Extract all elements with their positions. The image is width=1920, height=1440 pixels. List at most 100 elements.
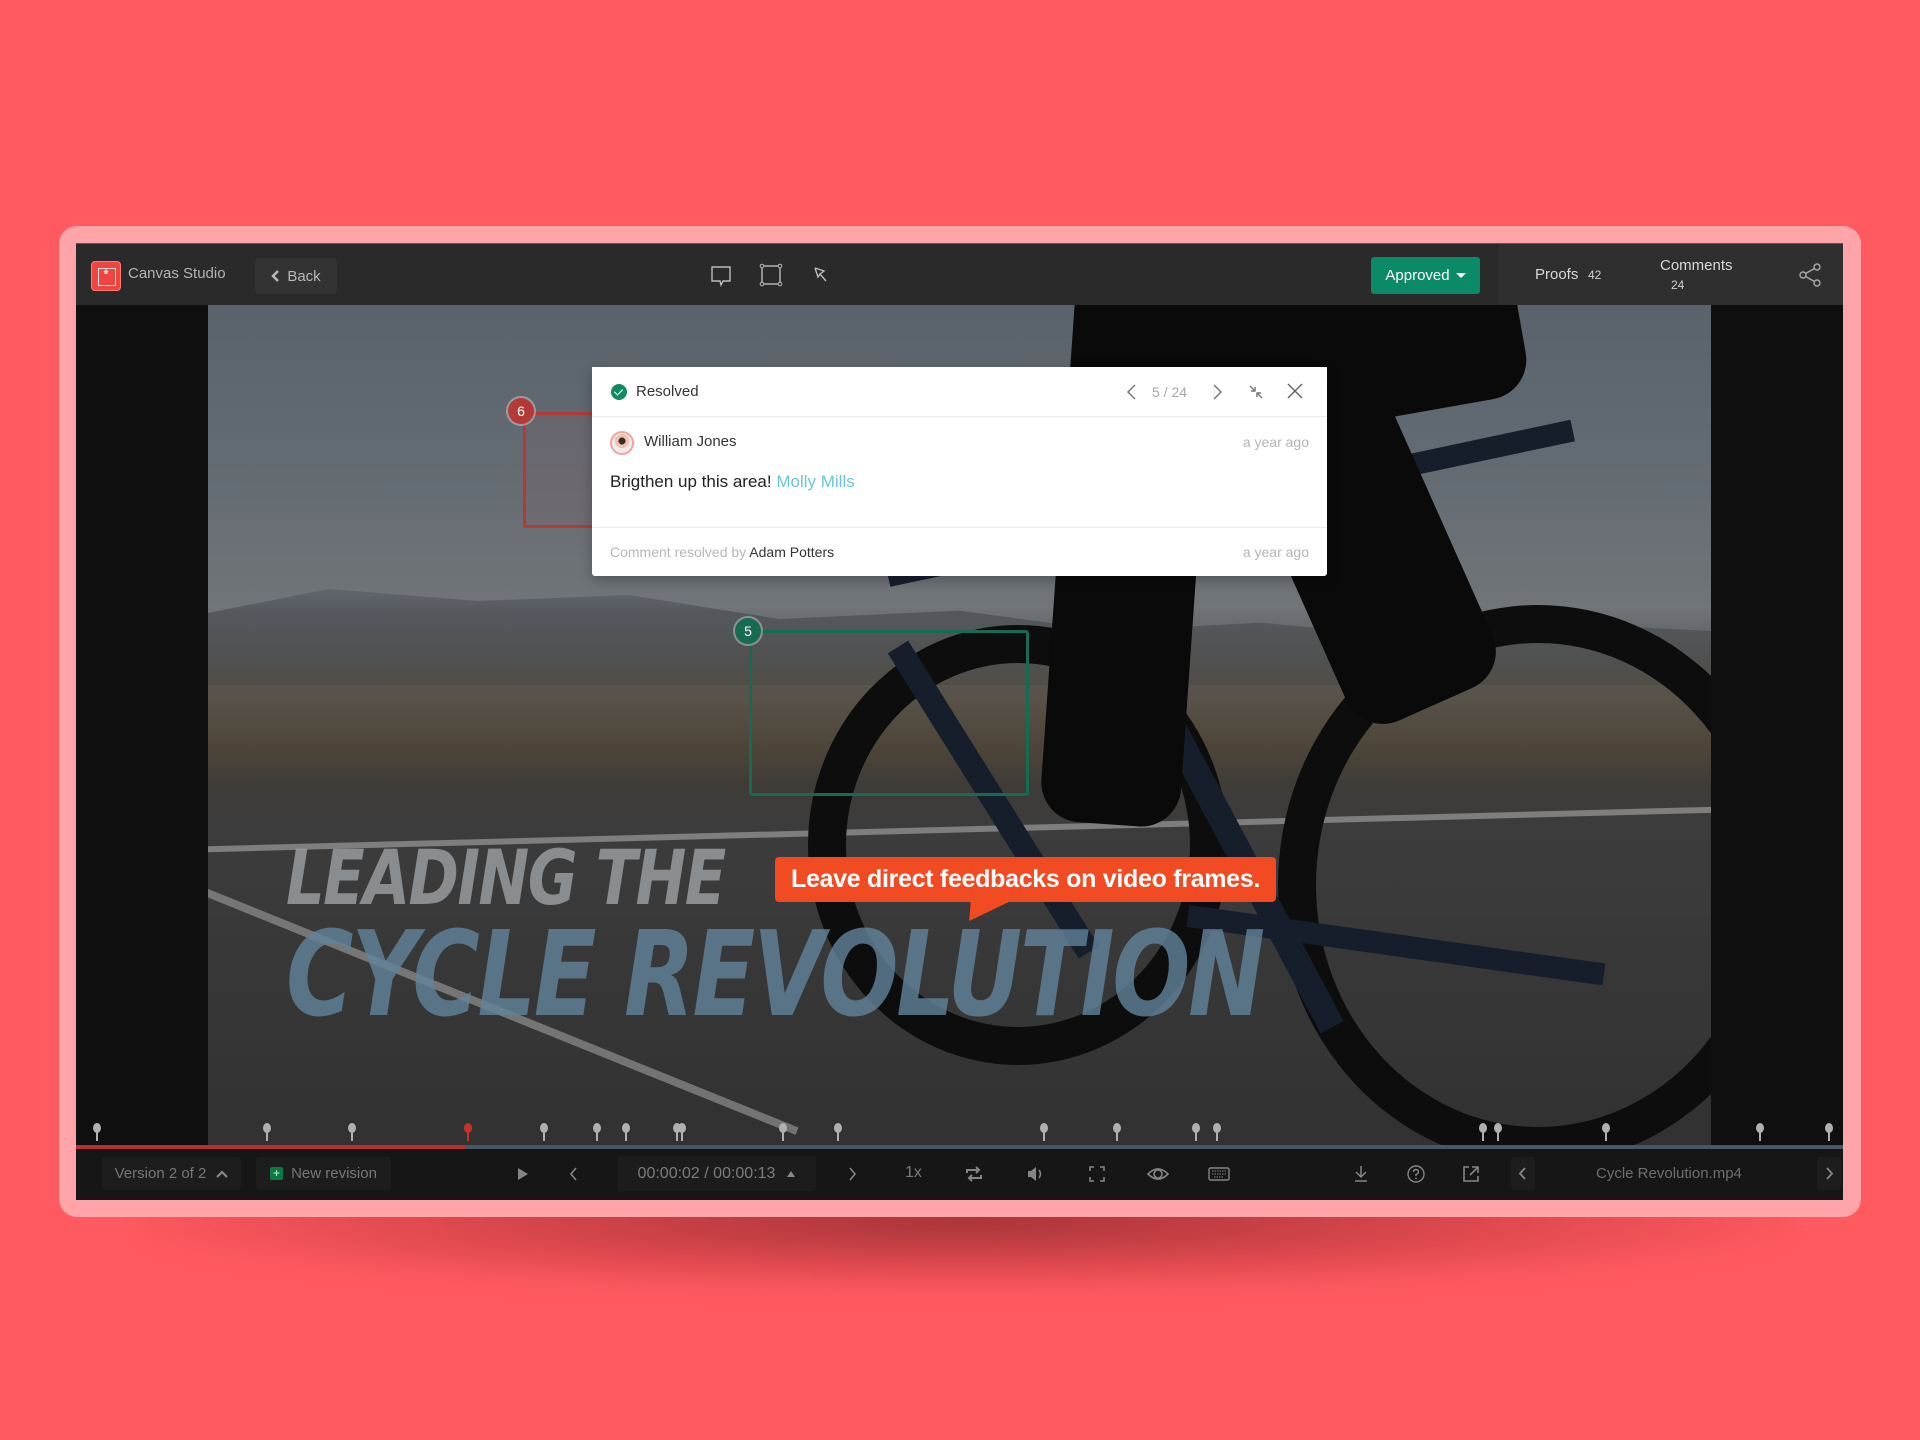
resolved-timestamp: a year ago xyxy=(1242,544,1309,560)
marker-pin-stem xyxy=(596,1132,599,1141)
volume-button[interactable] xyxy=(1022,1161,1048,1187)
chevron-left-icon xyxy=(569,1167,577,1181)
timeline-comment-marker[interactable] xyxy=(262,1123,271,1143)
marker-pin-stem xyxy=(624,1132,627,1141)
timeline-comment-marker[interactable] xyxy=(1213,1123,1222,1143)
open-external-button[interactable] xyxy=(1458,1161,1484,1187)
visibility-toggle[interactable] xyxy=(1145,1161,1171,1187)
resolved-by-prefix: Comment resolved by xyxy=(610,544,747,560)
help-button[interactable] xyxy=(1403,1161,1429,1187)
pointer-tool-button[interactable] xyxy=(806,260,836,290)
next-file-button[interactable] xyxy=(1817,1157,1841,1190)
comment-position: 5 / 24 xyxy=(1152,384,1188,400)
comment-tool-button[interactable] xyxy=(706,260,736,290)
back-label: Back xyxy=(287,267,321,285)
loop-icon xyxy=(966,1166,982,1182)
marker-pin-stem xyxy=(781,1132,784,1141)
previous-file-button[interactable] xyxy=(1511,1157,1535,1190)
marker-pin-stem xyxy=(96,1132,99,1141)
rectangle-tool-button[interactable] xyxy=(756,260,786,290)
file-name: Cycle Revolution.mp4 xyxy=(1596,1165,1742,1182)
timecode-text: 00:00:02 / 00:00:13 xyxy=(637,1164,776,1182)
marker-pin-stem xyxy=(1605,1132,1608,1141)
marker-pin-stem xyxy=(1758,1132,1761,1141)
rectangle-select-icon xyxy=(759,263,783,287)
proofs-count: 42 xyxy=(1588,268,1602,282)
playback-speed[interactable]: 1x xyxy=(905,1164,922,1182)
version-selector[interactable]: Version 2 of 2 xyxy=(102,1157,241,1190)
play-button[interactable] xyxy=(509,1161,535,1187)
timecode-display[interactable]: 00:00:02 / 00:00:13 xyxy=(617,1156,816,1191)
annotation-pin-6[interactable]: 6 xyxy=(508,398,534,424)
resolved-check-icon xyxy=(611,384,627,400)
share-button[interactable] xyxy=(1796,261,1824,289)
download-button[interactable] xyxy=(1348,1161,1374,1187)
timeline-comment-marker[interactable] xyxy=(1755,1123,1764,1143)
marker-pin-stem xyxy=(681,1132,684,1141)
resolved-by-text: Comment resolved by Adam Potters xyxy=(610,544,834,560)
previous-frame-button[interactable] xyxy=(561,1161,587,1187)
timeline-comment-marker[interactable] xyxy=(347,1123,356,1143)
timeline-comment-marker[interactable] xyxy=(678,1123,687,1143)
app-window: * Canvas Studio Back Approved Proofs 42 … xyxy=(76,243,1843,1200)
app-name: Canvas Studio xyxy=(128,265,226,282)
comments-label[interactable]: Comments xyxy=(1660,257,1733,274)
timeline-comment-marker[interactable] xyxy=(1040,1123,1049,1143)
comment-text: Brigthen up this area! xyxy=(610,472,772,491)
playback-controls: Version 2 of 2 + New revision 00:00:02 /… xyxy=(76,1149,1843,1200)
caret-up-icon xyxy=(787,1170,796,1177)
next-frame-button[interactable] xyxy=(839,1161,865,1187)
next-comment-icon[interactable] xyxy=(1207,381,1227,403)
loop-button[interactable] xyxy=(961,1161,987,1187)
timeline-comment-marker[interactable] xyxy=(833,1123,842,1143)
timeline-comment-marker[interactable] xyxy=(93,1123,102,1143)
comment-timestamp: a year ago xyxy=(1242,434,1309,450)
back-button[interactable]: Back xyxy=(255,258,337,294)
timeline-comment-marker[interactable] xyxy=(1602,1123,1611,1143)
caret-down-icon xyxy=(1455,273,1466,278)
keyboard-shortcuts-button[interactable] xyxy=(1206,1161,1232,1187)
author-avatar xyxy=(610,431,634,455)
annotation-box-5[interactable] xyxy=(749,630,1029,796)
volume-icon xyxy=(1028,1167,1042,1181)
canvas-studio-logo-icon[interactable]: * xyxy=(91,261,121,291)
collapse-icon[interactable] xyxy=(1245,381,1267,403)
marker-pin-stem xyxy=(265,1132,268,1141)
timeline-comment-marker[interactable] xyxy=(1192,1123,1201,1143)
timeline-comment-marker[interactable] xyxy=(621,1123,630,1143)
approval-status-label: Approved xyxy=(1385,267,1450,284)
new-revision-label: New revision xyxy=(291,1165,377,1182)
proofs-label[interactable]: Proofs xyxy=(1535,266,1578,283)
timeline-comment-marker[interactable] xyxy=(593,1123,602,1143)
speech-bubble-icon xyxy=(711,266,731,288)
fullscreen-button[interactable] xyxy=(1084,1161,1110,1187)
comment-mention[interactable]: Molly Mills xyxy=(776,472,854,491)
marker-pin-stem xyxy=(1043,1132,1046,1141)
chevron-up-icon xyxy=(216,1169,229,1178)
popover-header: Resolved 5 / 24 xyxy=(592,367,1327,417)
marker-pin-stem xyxy=(543,1132,546,1141)
timeline-comment-marker[interactable] xyxy=(540,1123,549,1143)
arrow-pointer-icon xyxy=(814,267,827,282)
comments-count: 24 xyxy=(1671,278,1685,292)
timeline-comment-marker[interactable] xyxy=(778,1123,787,1143)
new-revision-button[interactable]: + New revision xyxy=(256,1157,391,1190)
comment-author: William Jones xyxy=(644,433,737,450)
close-icon[interactable] xyxy=(1284,380,1306,402)
timeline-comment-marker[interactable] xyxy=(1494,1123,1503,1143)
annotation-pin-5[interactable]: 5 xyxy=(735,618,761,644)
timeline-comment-marker[interactable] xyxy=(1112,1123,1121,1143)
timeline-comment-marker[interactable] xyxy=(1478,1123,1487,1143)
resolver-name: Adam Potters xyxy=(749,544,835,560)
previous-comment-icon[interactable] xyxy=(1122,381,1142,403)
popover-footer: Comment resolved by Adam Potters a year … xyxy=(592,527,1327,576)
approval-status-dropdown[interactable]: Approved xyxy=(1371,257,1480,294)
share-icon xyxy=(1799,263,1821,287)
version-label: Version 2 of 2 xyxy=(114,1165,207,1182)
top-toolbar: * Canvas Studio Back Approved Proofs 42 … xyxy=(76,243,1843,306)
play-icon xyxy=(518,1168,528,1180)
timeline-comment-marker[interactable] xyxy=(1824,1123,1833,1143)
external-link-icon xyxy=(1463,1166,1479,1182)
timeline-comment-marker[interactable] xyxy=(464,1123,473,1143)
chevron-right-icon xyxy=(849,1167,857,1181)
